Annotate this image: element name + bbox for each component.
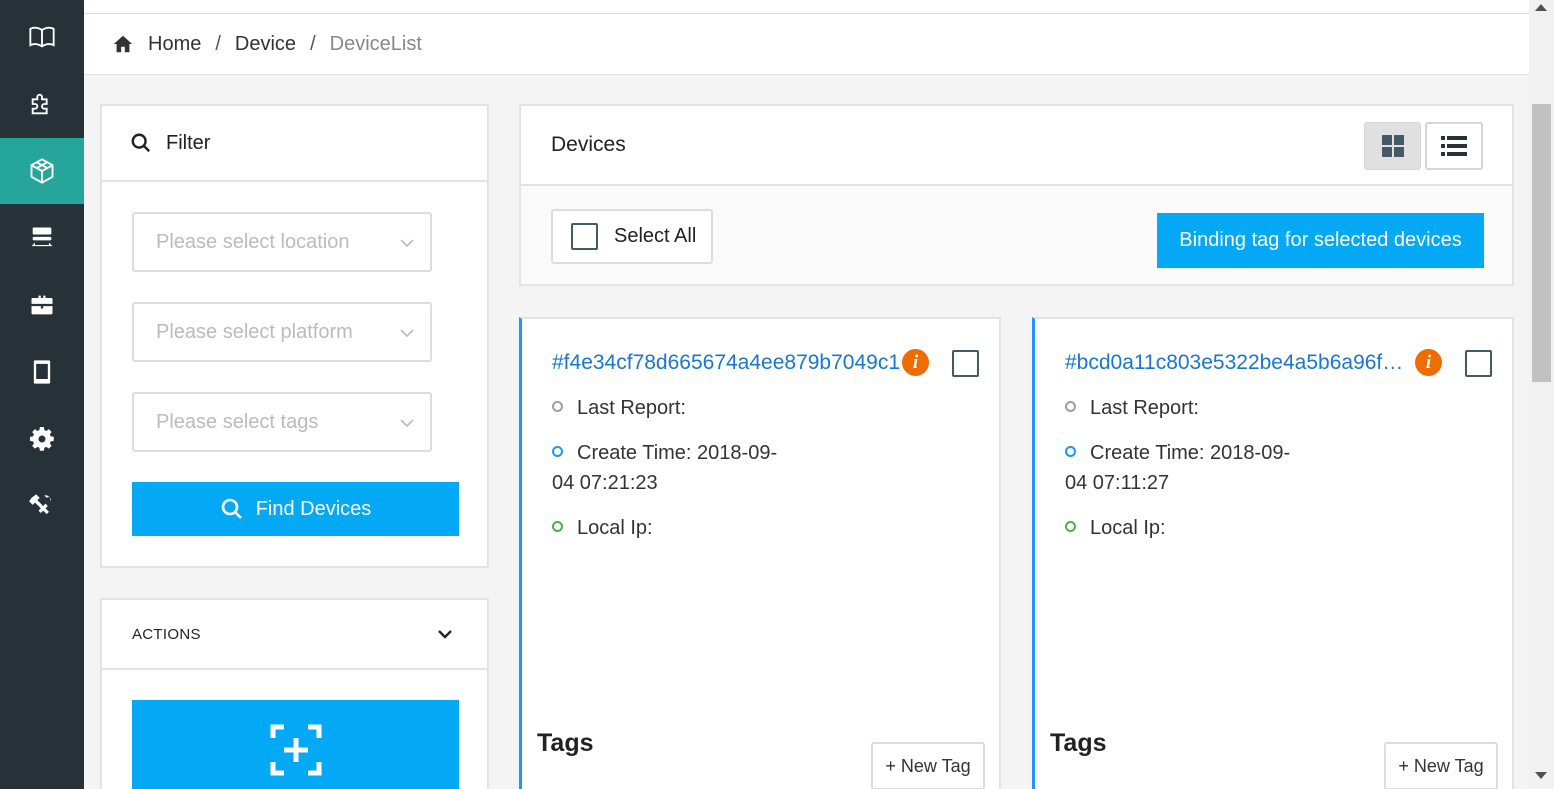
info-icon[interactable]: i — [902, 349, 929, 376]
status-dot — [1065, 401, 1076, 413]
search-icon — [131, 133, 151, 153]
tags-select[interactable]: Please select tags — [132, 392, 432, 452]
tags-title: Tags — [537, 729, 594, 757]
scroll-up-arrow-icon[interactable] — [1535, 4, 1547, 11]
search-icon — [221, 498, 242, 519]
actions-panel: ACTIONS — [100, 598, 489, 789]
tags-placeholder: Please select tags — [156, 410, 319, 433]
sidebar-item-docs[interactable] — [0, 4, 84, 70]
book-icon — [29, 26, 55, 48]
new-tag-button[interactable]: + New Tag — [1384, 742, 1498, 789]
new-tag-button[interactable]: + New Tag — [871, 742, 985, 789]
create-time-field: Create Time: 2018-09-04 07:21:23 — [552, 438, 792, 498]
sidebar-item-plugins[interactable] — [0, 71, 84, 137]
vertical-scrollbar[interactable] — [1529, 0, 1554, 789]
device-card: #f4e34cf78d665674a4ee879b7049c1 i Last R… — [519, 317, 1001, 789]
device-checkbox[interactable] — [1465, 350, 1492, 377]
actions-title: ACTIONS — [132, 625, 201, 643]
grid-icon — [1381, 135, 1404, 157]
cube-icon — [30, 158, 54, 184]
list-view-button[interactable] — [1425, 122, 1483, 170]
status-dot — [1065, 446, 1076, 458]
sidebar-item-devices[interactable] — [0, 138, 84, 204]
last-report-label: Last Report: — [577, 397, 686, 419]
last-report-field: Last Report: — [552, 393, 686, 423]
home-icon[interactable] — [112, 33, 134, 55]
select-all-label: Select All — [614, 225, 697, 247]
device-id-link[interactable]: #bcd0a11c803e5322be4a5b6a96f2e0 — [1065, 351, 1413, 375]
breadcrumb-separator: / — [215, 32, 221, 55]
breadcrumb-separator: / — [310, 32, 316, 55]
tags-title: Tags — [1050, 729, 1107, 757]
tools-icon — [29, 494, 51, 515]
actions-header[interactable]: ACTIONS — [102, 600, 487, 670]
chevron-down-icon — [438, 630, 452, 639]
location-placeholder: Please select location — [156, 230, 350, 253]
sidebar-item-jobs[interactable] — [0, 272, 84, 338]
sidebar-item-mobile[interactable] — [0, 339, 84, 405]
local-ip-label: Local Ip: — [1090, 517, 1166, 539]
breadcrumb-home[interactable]: Home — [148, 33, 201, 56]
status-dot — [552, 401, 563, 413]
local-ip-label: Local Ip: — [577, 517, 653, 539]
chevron-down-icon — [400, 419, 414, 428]
add-device-button[interactable] — [132, 700, 459, 789]
grid-view-button[interactable] — [1364, 122, 1421, 170]
breadcrumb-devicelist: DeviceList — [329, 32, 422, 55]
filter-title: Filter — [166, 131, 211, 154]
status-dot — [552, 446, 563, 458]
location-select[interactable]: Please select location — [132, 212, 432, 272]
status-dot — [1065, 521, 1076, 533]
chevron-down-icon — [400, 329, 414, 338]
devices-header: Devices — [521, 106, 1512, 186]
chevron-down-icon — [400, 239, 414, 248]
devices-panel: Devices Select All Binding tag for selec… — [519, 104, 1514, 286]
devices-title: Devices — [551, 133, 626, 156]
find-devices-button[interactable]: Find Devices — [132, 482, 459, 536]
sidebar-item-tools[interactable] — [0, 473, 84, 539]
gear-icon — [29, 426, 54, 451]
info-icon[interactable]: i — [1415, 349, 1442, 376]
scroll-down-arrow-icon[interactable] — [1535, 772, 1547, 779]
puzzle-icon — [31, 93, 48, 115]
select-all-box[interactable] — [571, 223, 598, 250]
tablet-icon — [33, 360, 51, 384]
filter-header: Filter — [102, 106, 487, 182]
briefcase-icon — [31, 295, 53, 315]
status-dot — [552, 521, 563, 533]
filter-panel: Filter Please select location Please sel… — [100, 104, 489, 568]
last-report-field: Last Report: — [1065, 393, 1199, 423]
device-card: #bcd0a11c803e5322be4a5b6a96f2e0 i Last R… — [1032, 317, 1514, 789]
select-all-checkbox[interactable]: Select All — [551, 209, 713, 264]
sidebar-item-settings[interactable] — [0, 406, 84, 472]
last-report-label: Last Report: — [1090, 397, 1199, 419]
breadcrumb: Home / Device / DeviceList — [84, 14, 1529, 75]
create-time-label: Create Time: 2018-09-04 07:21:23 — [552, 442, 778, 494]
sidebar — [0, 0, 84, 789]
create-time-label: Create Time: 2018-09-04 07:11:27 — [1065, 442, 1291, 494]
server-transfer-icon — [31, 227, 53, 247]
device-checkbox[interactable] — [952, 350, 979, 377]
local-ip-field: Local Ip: — [552, 513, 653, 543]
local-ip-field: Local Ip: — [1065, 513, 1166, 543]
list-icon — [1441, 136, 1467, 156]
platform-placeholder: Please select platform — [156, 320, 353, 343]
sidebar-item-servers[interactable] — [0, 205, 84, 271]
scrollbar-thumb[interactable] — [1532, 104, 1551, 382]
device-id-link[interactable]: #f4e34cf78d665674a4ee879b7049c1 — [552, 351, 900, 375]
platform-select[interactable]: Please select platform — [132, 302, 432, 362]
create-time-field: Create Time: 2018-09-04 07:11:27 — [1065, 438, 1305, 498]
add-frame-icon — [270, 724, 321, 776]
breadcrumb-device[interactable]: Device — [235, 33, 296, 56]
binding-tag-button[interactable]: Binding tag for selected devices — [1157, 213, 1484, 268]
find-devices-label: Find Devices — [255, 497, 372, 520]
top-strip — [84, 0, 1529, 14]
